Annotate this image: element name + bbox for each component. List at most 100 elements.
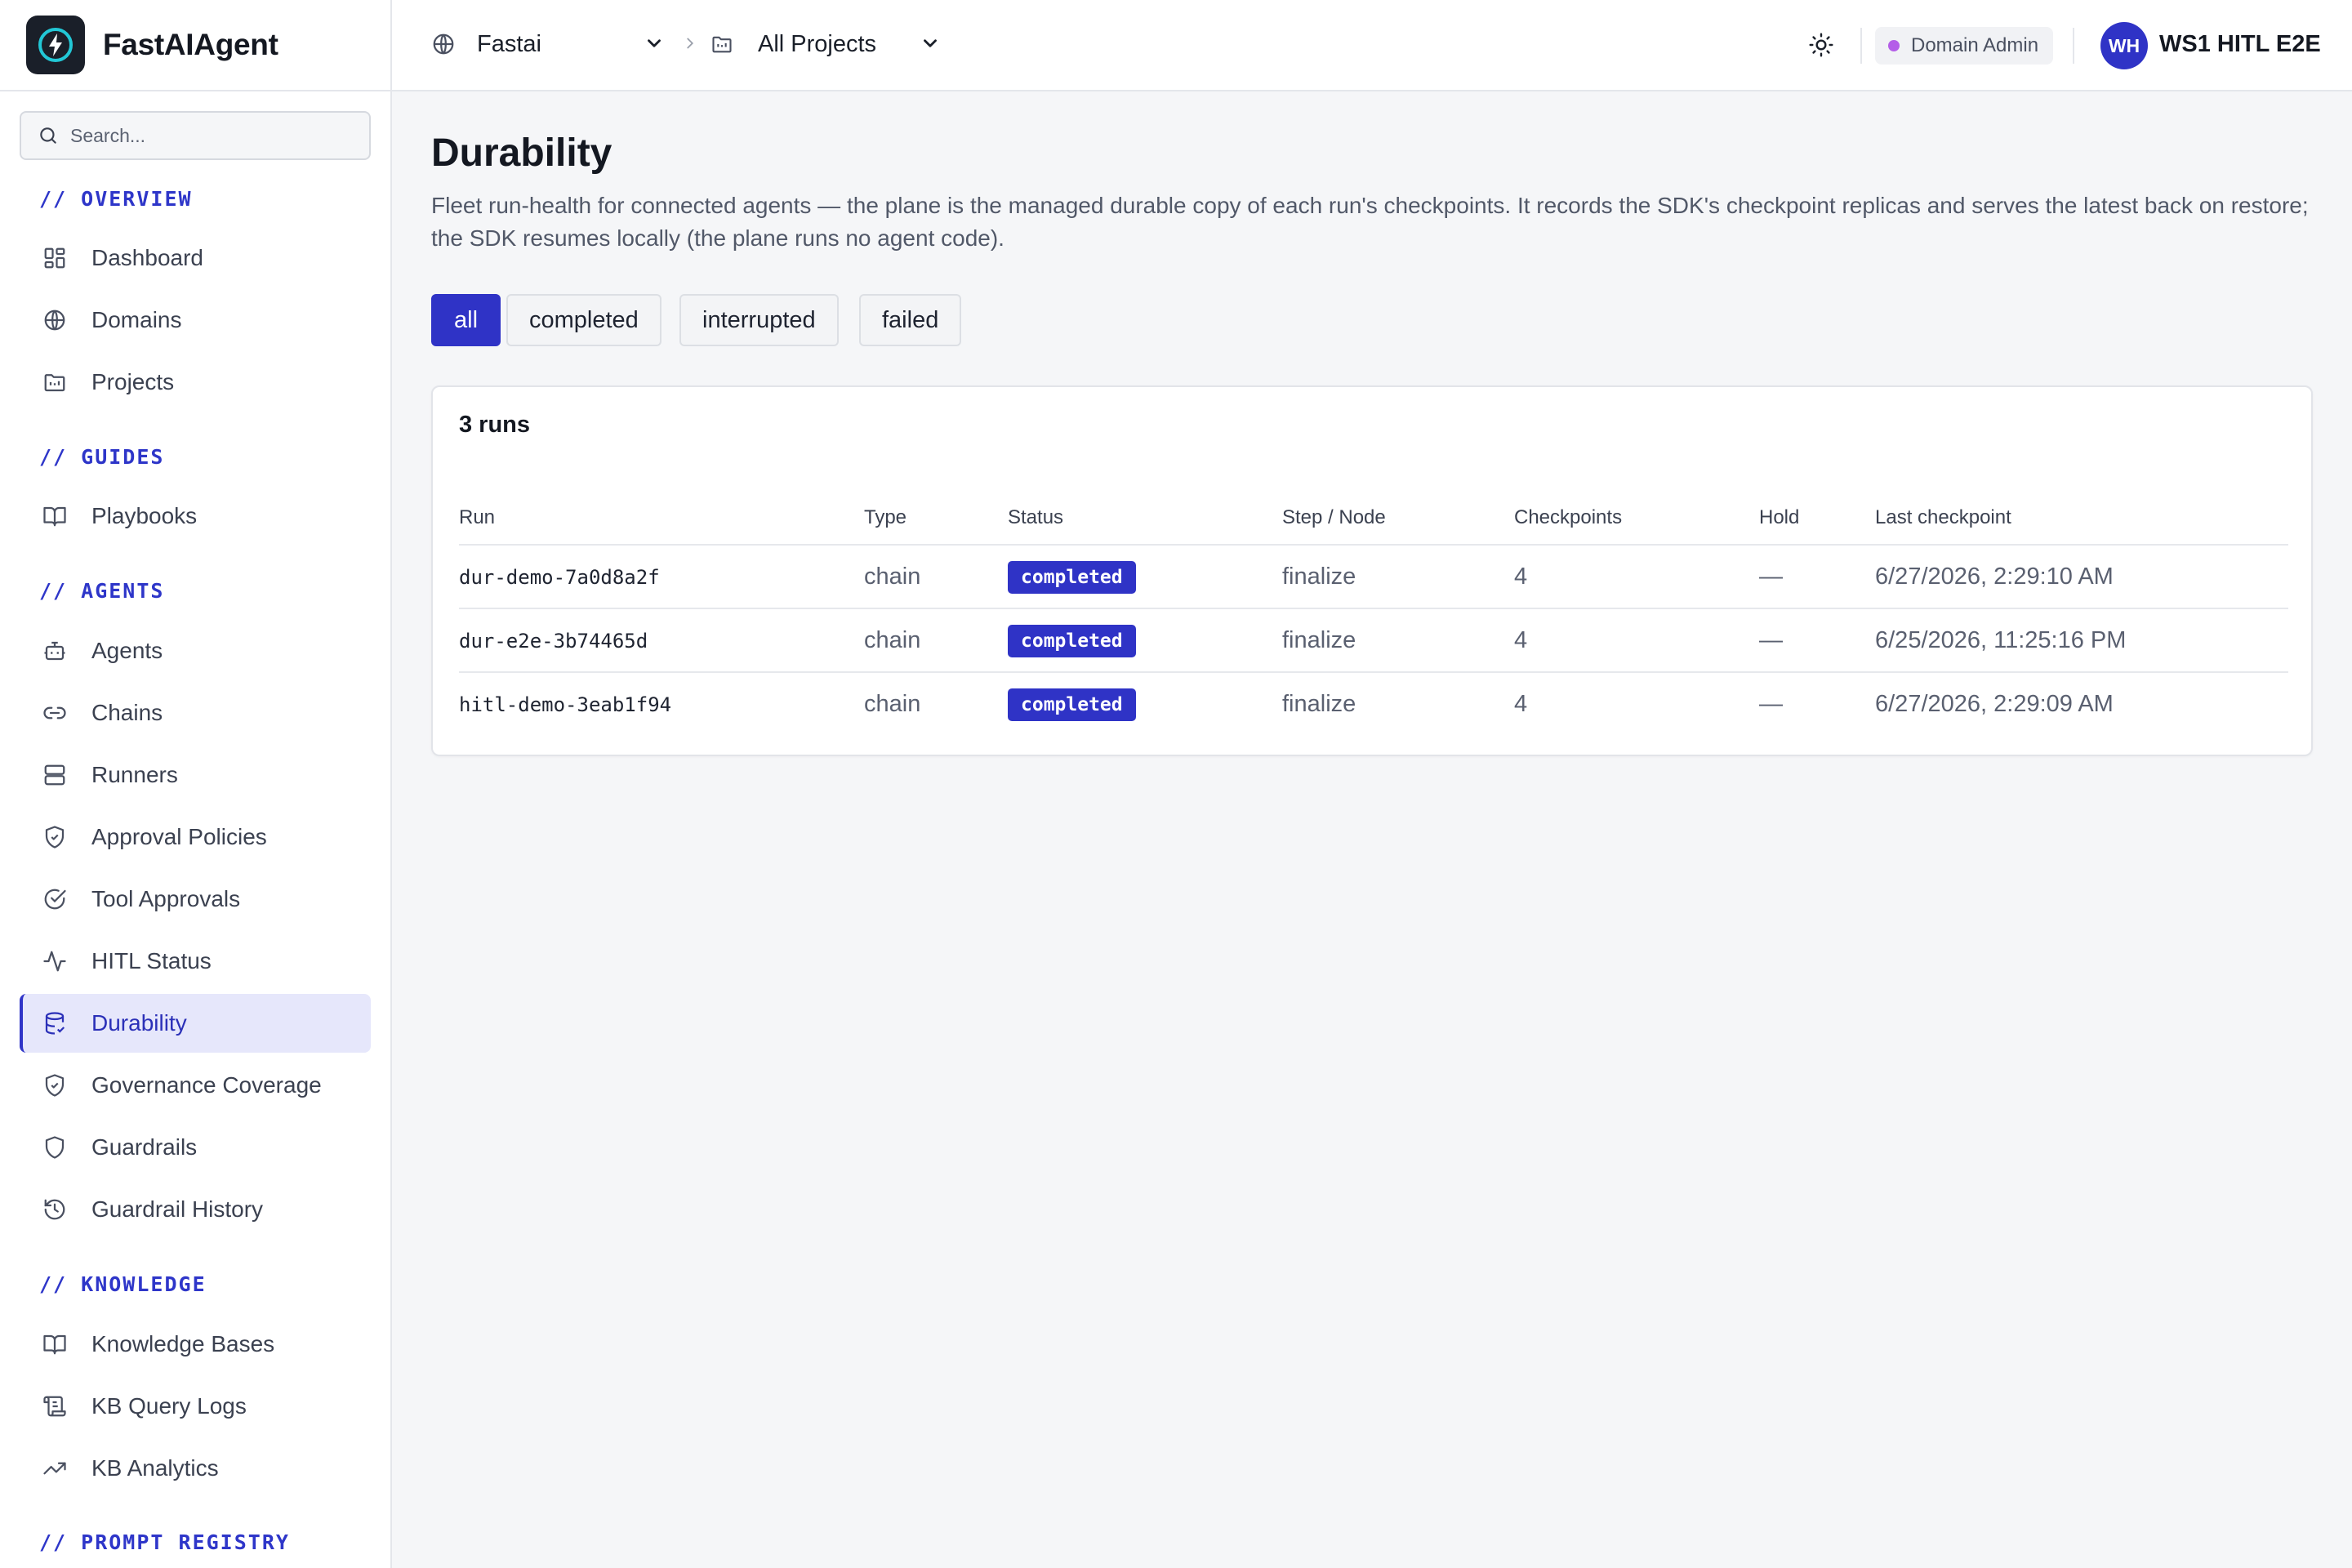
domain-selector[interactable]: Fastai	[477, 31, 541, 58]
run-hold: —	[1759, 627, 1783, 653]
activity-icon	[41, 947, 69, 975]
sidebar-item-label: Domains	[91, 307, 182, 332]
user-name[interactable]: WS1 HITL E2E	[2159, 31, 2321, 58]
sidebar-item-approval-policies[interactable]: Approval Policies	[20, 808, 371, 866]
sidebar-item-governance-coverage[interactable]: Governance Coverage	[20, 1056, 371, 1115]
run-id[interactable]: dur-demo-7a0d8a2f	[459, 566, 660, 589]
scroll-icon	[41, 1392, 69, 1420]
row-divider	[459, 671, 2288, 673]
avatar[interactable]: WH	[2100, 22, 2148, 69]
page-title: Durability	[431, 131, 612, 175]
filter-failed-button[interactable]: failed	[859, 294, 962, 346]
sidebar-item-label: HITL Status	[91, 948, 212, 973]
project-chevron-down-icon[interactable]	[920, 33, 941, 54]
database-icon	[41, 1009, 69, 1037]
column-header-step-node: Step / Node	[1282, 506, 1386, 528]
folder-icon	[710, 33, 733, 56]
shield-icon	[41, 1134, 69, 1161]
status-badge: completed	[1008, 625, 1136, 657]
role-badge: Domain Admin	[1875, 27, 2054, 65]
run-last-checkpoint: 6/27/2026, 2:29:09 AM	[1875, 691, 2114, 717]
sidebar-item-label: Projects	[91, 369, 175, 394]
domain-name: Fastai	[477, 31, 541, 57]
sidebar-item-label: KB Query Logs	[91, 1393, 247, 1419]
role-status-dot	[1888, 40, 1900, 51]
sidebar-item-projects[interactable]: Projects	[20, 353, 371, 412]
book-icon	[41, 1330, 69, 1358]
sidebar-item-label: Guardrail History	[91, 1196, 264, 1222]
header-divider	[459, 544, 2288, 546]
section-prompt-registry: // PROMPT REGISTRY	[39, 1530, 290, 1554]
column-header-checkpoints: Checkpoints	[1514, 506, 1623, 528]
trending-up-icon	[41, 1454, 69, 1482]
sidebar-item-domains[interactable]: Domains	[20, 291, 371, 350]
run-type: chain	[864, 564, 921, 590]
shield-check-icon	[41, 823, 69, 851]
section-agents: // AGENTS	[39, 579, 165, 603]
run-last-checkpoint: 6/25/2026, 11:25:16 PM	[1875, 627, 2127, 653]
project-selector[interactable]: All Projects	[758, 31, 876, 58]
globe-icon	[41, 306, 69, 334]
column-header-status: Status	[1008, 506, 1064, 528]
app-name: FastAIAgent	[103, 28, 278, 61]
sidebar-item-agents[interactable]: Agents	[20, 621, 371, 680]
shield-check-icon	[41, 1071, 69, 1099]
link-icon	[41, 699, 69, 727]
sidebar-item-label: Approval Policies	[91, 824, 267, 849]
sidebar-item-playbooks[interactable]: Playbooks	[20, 487, 371, 546]
theme-toggle-sun-icon[interactable]	[1808, 32, 1834, 58]
sidebar-item-knowledge-bases[interactable]: Knowledge Bases	[20, 1315, 371, 1374]
runs-count: 3 runs	[459, 412, 531, 438]
sidebar-item-label: Durability	[91, 1010, 187, 1036]
domain-chevron-down-icon[interactable]	[644, 33, 665, 54]
search-icon	[38, 125, 59, 146]
section-knowledge: // KNOWLEDGE	[39, 1272, 207, 1296]
column-header-last-checkpoint: Last checkpoint	[1875, 506, 2011, 528]
project-name: All Projects	[758, 31, 877, 57]
runs-table-card: 3 runs Run Type Status Step / Node Check…	[431, 385, 2313, 756]
run-step: finalize	[1282, 627, 1356, 653]
folder-icon	[41, 368, 69, 396]
run-hold: —	[1759, 691, 1783, 717]
filter-interrupted-button[interactable]: interrupted	[679, 294, 839, 346]
sidebar-item-label: Runners	[91, 762, 178, 787]
row-divider	[459, 608, 2288, 609]
run-id[interactable]: hitl-demo-3eab1f94	[459, 693, 671, 716]
column-header-type: Type	[864, 506, 907, 528]
run-checkpoints: 4	[1514, 564, 1528, 590]
run-checkpoints: 4	[1514, 691, 1528, 717]
column-header-hold: Hold	[1759, 506, 1800, 528]
section-overview: // OVERVIEW	[39, 187, 193, 211]
sidebar-item-guardrail-history[interactable]: Guardrail History	[20, 1180, 371, 1239]
sidebar-item-label: Chains	[91, 700, 163, 725]
app-logo-icon	[26, 16, 85, 74]
run-step: finalize	[1282, 564, 1356, 590]
dashboard-icon	[41, 244, 69, 272]
sidebar-item-tool-approvals[interactable]: Tool Approvals	[20, 870, 371, 929]
sidebar-item-kb-query-logs[interactable]: KB Query Logs	[20, 1377, 371, 1436]
globe-icon	[431, 32, 456, 56]
run-id[interactable]: dur-e2e-3b74465d	[459, 630, 648, 653]
filter-all-button[interactable]: all	[431, 294, 501, 346]
sidebar-item-guardrails[interactable]: Guardrails	[20, 1118, 371, 1177]
run-last-checkpoint: 6/27/2026, 2:29:10 AM	[1875, 564, 2114, 590]
brand[interactable]: FastAIAgent	[0, 0, 390, 91]
sidebar-item-kb-analytics[interactable]: KB Analytics	[20, 1439, 371, 1498]
sidebar-item-runners[interactable]: Runners	[20, 746, 371, 804]
sidebar-item-chains[interactable]: Chains	[20, 684, 371, 742]
topbar-divider	[2073, 28, 2074, 64]
sidebar-item-label: Dashboard	[91, 245, 203, 270]
sidebar-item-label: Tool Approvals	[91, 886, 241, 911]
sidebar-item-label: Playbooks	[91, 503, 198, 528]
run-step: finalize	[1282, 691, 1356, 717]
sidebar-item-label: Governance Coverage	[91, 1072, 322, 1098]
run-checkpoints: 4	[1514, 627, 1528, 653]
search-input[interactable]: Search...	[20, 111, 371, 160]
sidebar-item-hitl-status[interactable]: HITL Status	[20, 932, 371, 991]
role-label: Domain Admin	[1911, 34, 2039, 56]
server-icon	[41, 761, 69, 789]
page-description: Fleet run-health for connected agents — …	[431, 193, 2309, 251]
sidebar-item-durability[interactable]: Durability	[20, 994, 371, 1053]
sidebar-item-dashboard[interactable]: Dashboard	[20, 229, 371, 287]
filter-completed-button[interactable]: completed	[506, 294, 662, 346]
